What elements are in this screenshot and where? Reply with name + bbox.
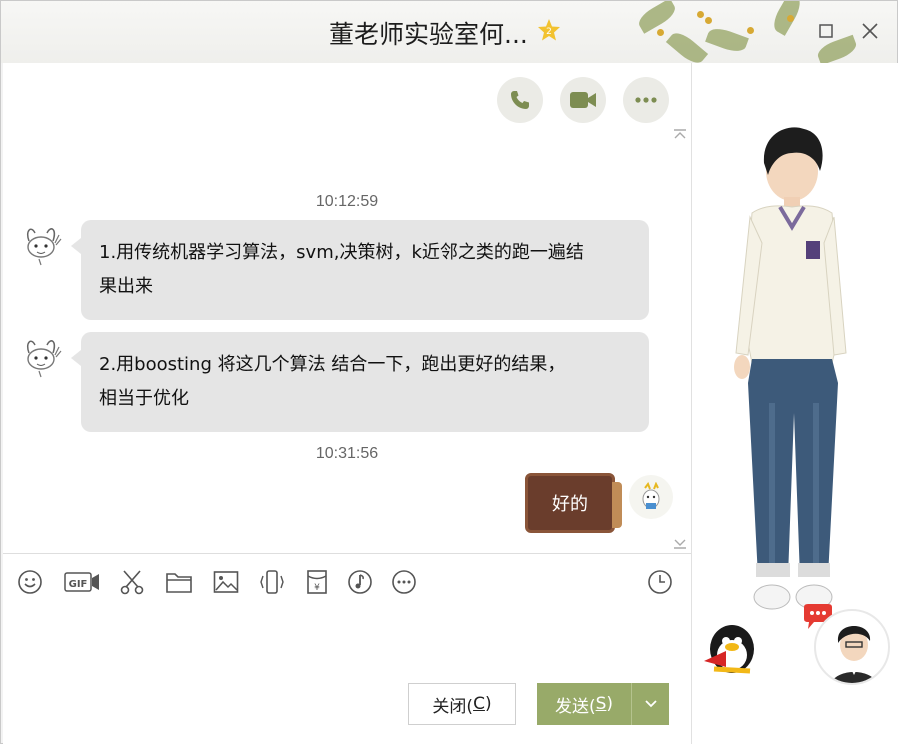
- svg-text:GIF: GIF: [69, 579, 88, 590]
- send-button[interactable]: 发送(S): [537, 683, 631, 725]
- screenshot-button[interactable]: [118, 568, 146, 596]
- screenshot-scissors-icon: [120, 570, 144, 595]
- music-icon: [348, 570, 372, 594]
- close-button[interactable]: 关闭(C): [408, 683, 516, 725]
- emoji-icon: [18, 570, 42, 594]
- chevron-down-icon: [644, 700, 657, 708]
- phone-icon: [511, 91, 529, 109]
- folder-icon: [166, 573, 192, 593]
- music-button[interactable]: [346, 568, 374, 596]
- timestamp: 10:12:59: [315, 193, 379, 210]
- red-packet-button[interactable]: ¥: [303, 568, 331, 596]
- more-icon: [392, 570, 416, 594]
- my-avatar: [629, 475, 673, 519]
- message-bubble: 1.用传统机器学习算法，svm,决策树，k近邻之类的跑一遍结 果出来: [71, 220, 649, 320]
- avatar-show-figure: [734, 127, 847, 610]
- video-camera-icon: [570, 92, 596, 108]
- star-badge-icon: 2: [538, 19, 560, 41]
- shake-icon: [260, 570, 284, 594]
- profile-avatar[interactable]: [814, 609, 890, 685]
- video-call-button[interactable]: [560, 77, 606, 123]
- more-options-button[interactable]: [623, 77, 669, 123]
- shake-button[interactable]: [258, 568, 286, 596]
- chat-history: 10:12:59 1.用传统机器学习算法，svm,决策树，k近邻之类的跑一遍结 …: [3, 63, 691, 553]
- image-icon: [213, 571, 239, 593]
- input-toolbar: GIF ¥: [3, 554, 691, 610]
- contact-avatar: [26, 340, 62, 378]
- my-message-bubble: 好的: [525, 473, 622, 533]
- more-tools-button[interactable]: [390, 568, 418, 596]
- emoji-button[interactable]: [16, 568, 44, 596]
- more-dots-icon: [635, 97, 657, 103]
- voice-call-button[interactable]: [497, 77, 543, 123]
- timestamp: 10:31:56: [315, 445, 379, 462]
- history-clock-icon: [648, 570, 672, 594]
- scroll-down-arrow[interactable]: [673, 539, 687, 549]
- send-options-dropdown[interactable]: [631, 683, 669, 725]
- scroll-up-arrow[interactable]: [673, 129, 687, 139]
- close-window-button[interactable]: [853, 15, 887, 47]
- qq-penguin-icon[interactable]: [696, 611, 766, 681]
- window-title: 董老师实验室何...: [329, 20, 528, 49]
- penguin-avatar-icon: [642, 482, 660, 509]
- maximize-button[interactable]: [809, 15, 843, 47]
- svg-text:¥: ¥: [314, 583, 320, 593]
- gif-icon: GIF: [64, 572, 99, 592]
- send-file-button[interactable]: [165, 568, 193, 596]
- gif-button[interactable]: GIF: [63, 568, 101, 596]
- red-packet-icon: ¥: [307, 570, 327, 594]
- title-decoration: [597, 1, 897, 63]
- chat-window: 董老师实验室何... 2 10:12:59 1.用传统机器学习算法，svm,决策…: [0, 0, 898, 744]
- send-image-button[interactable]: [212, 568, 240, 596]
- title-bar: 董老师实验室何... 2: [1, 1, 897, 63]
- contact-avatar: [26, 228, 62, 266]
- close-icon: [862, 23, 878, 39]
- message-bubble: 2.用boosting 将这几个算法 结合一下，跑出更好的结果， 相当于优化: [71, 332, 649, 432]
- side-show-panel: [691, 63, 898, 744]
- svg-text:2: 2: [546, 27, 552, 37]
- message-history-button[interactable]: [646, 568, 674, 596]
- maximize-icon: [819, 24, 833, 38]
